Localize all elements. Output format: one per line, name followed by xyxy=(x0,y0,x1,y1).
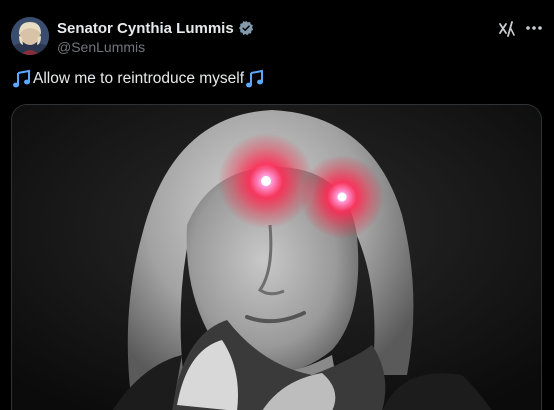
author-handle[interactable]: @SenLummis xyxy=(57,39,145,55)
author-name-row: Senator Cynthia Lummis xyxy=(57,18,254,38)
grok-icon[interactable] xyxy=(497,19,517,39)
musical-notes-icon xyxy=(12,69,32,89)
portrait-laser-eyes-image xyxy=(12,105,541,410)
profile-photo-icon xyxy=(11,17,49,55)
tweet: Senator Cynthia Lummis @SenLummis Allow … xyxy=(0,0,554,410)
tweet-media-photo[interactable] xyxy=(11,104,542,410)
verified-badge-icon[interactable] xyxy=(238,20,254,36)
more-options-icon[interactable] xyxy=(523,18,545,38)
tweet-text: Allow me to reintroduce myself xyxy=(12,68,265,90)
author-avatar[interactable] xyxy=(11,17,49,55)
musical-notes-icon xyxy=(245,69,265,89)
author-display-name[interactable]: Senator Cynthia Lummis xyxy=(57,20,234,37)
tweet-body-text: Allow me to reintroduce myself xyxy=(33,70,245,87)
